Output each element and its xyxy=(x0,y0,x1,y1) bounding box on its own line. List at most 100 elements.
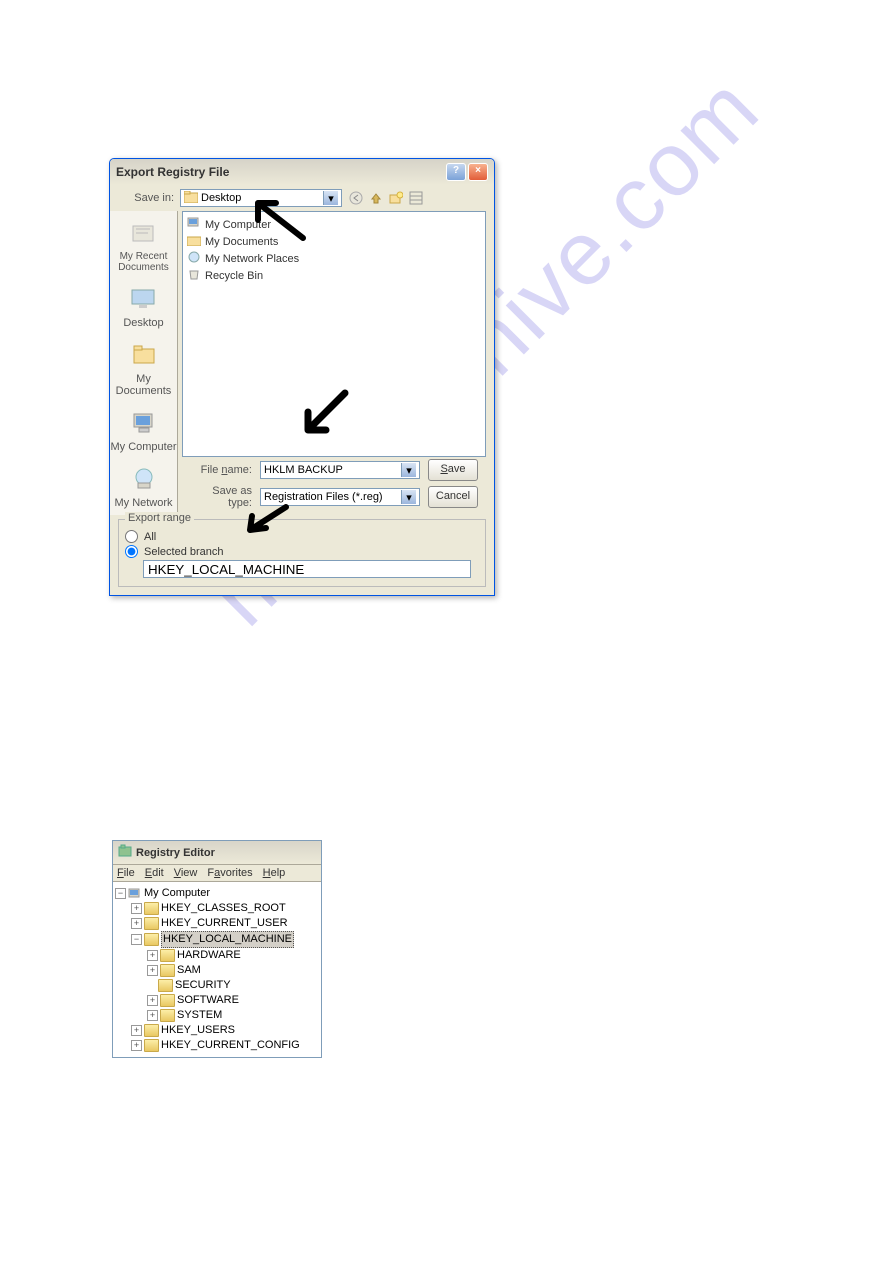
main-area: My Recent Documents Desktop My Documents… xyxy=(110,211,494,515)
chevron-down-icon: ▾ xyxy=(401,490,416,504)
sidebar-item-network[interactable]: My Network xyxy=(114,463,172,509)
expand-icon[interactable]: + xyxy=(147,965,158,976)
tree-label: HKEY_CURRENT_CONFIG xyxy=(161,1038,300,1053)
folder-icon xyxy=(160,1009,175,1022)
saveas-value: Registration Files (*.reg) xyxy=(264,491,383,503)
radio-selected-input[interactable] xyxy=(125,545,138,558)
tree-label: My Computer xyxy=(144,886,210,901)
tree-label: SAM xyxy=(177,963,201,978)
expand-icon[interactable]: + xyxy=(131,918,142,929)
folder-icon xyxy=(160,994,175,1007)
tree-item-system[interactable]: + SYSTEM xyxy=(115,1008,319,1023)
expand-icon[interactable]: + xyxy=(131,1025,142,1036)
tree-item-hkcu[interactable]: + HKEY_CURRENT_USER xyxy=(115,916,319,931)
branch-input[interactable] xyxy=(143,560,471,578)
sidebar-label: My Recent Documents xyxy=(110,251,177,273)
filename-input[interactable]: HKLM BACKUP ▾ xyxy=(260,461,420,479)
savein-label: Save in: xyxy=(118,192,174,204)
tree-view[interactable]: − My Computer + HKEY_CLASSES_ROOT + HKEY… xyxy=(113,882,321,1057)
tree-label: HARDWARE xyxy=(177,948,241,963)
list-item[interactable]: My Network Places xyxy=(187,250,481,267)
close-button[interactable]: × xyxy=(468,163,488,181)
expand-icon[interactable]: + xyxy=(131,1040,142,1051)
tree-label: SYSTEM xyxy=(177,1008,222,1023)
radio-all-label: All xyxy=(144,531,156,543)
sidebar-label: My Network xyxy=(114,497,172,509)
help-button[interactable]: ? xyxy=(446,163,466,181)
files-list[interactable]: My Computer My Documents My Network Plac… xyxy=(182,211,486,457)
collapse-icon[interactable]: − xyxy=(131,934,142,945)
save-button[interactable]: Save xyxy=(428,459,478,481)
saveas-label: Save as type: xyxy=(190,485,252,509)
menu-view[interactable]: View xyxy=(174,867,198,879)
list-item[interactable]: My Documents xyxy=(187,233,481,250)
back-icon[interactable] xyxy=(348,190,364,206)
radio-all-input[interactable] xyxy=(125,530,138,543)
folder-icon xyxy=(158,979,173,992)
views-icon[interactable] xyxy=(408,190,424,206)
list-item[interactable]: Recycle Bin xyxy=(187,267,481,284)
menu-help[interactable]: Help xyxy=(263,867,286,879)
regedit-icon xyxy=(118,844,132,861)
radio-selected[interactable]: Selected branch xyxy=(125,545,479,558)
sidebar-label: My Documents xyxy=(110,373,177,397)
export-range-title: Export range xyxy=(125,512,194,524)
chevron-down-icon: ▾ xyxy=(323,191,338,205)
saveas-row: Save as type: Registration Files (*.reg)… xyxy=(182,483,486,515)
list-item-label: My Documents xyxy=(205,236,278,248)
expand-icon[interactable]: + xyxy=(131,903,142,914)
folder-icon xyxy=(160,949,175,962)
tree-item-software[interactable]: + SOFTWARE xyxy=(115,993,319,1008)
menu-file[interactable]: File xyxy=(117,867,135,879)
list-item-label: My Network Places xyxy=(205,253,299,265)
list-item[interactable]: My Computer xyxy=(187,216,481,233)
documents-icon xyxy=(128,339,160,371)
collapse-icon[interactable]: − xyxy=(115,888,126,899)
list-item-label: My Computer xyxy=(205,219,271,231)
tree-item-sam[interactable]: + SAM xyxy=(115,963,319,978)
regedit-titlebar: Registry Editor xyxy=(113,841,321,865)
up-icon[interactable] xyxy=(368,190,384,206)
filename-label: File name: xyxy=(190,464,252,476)
radio-all[interactable]: All xyxy=(125,530,479,543)
tree-item-hku[interactable]: + HKEY_USERS xyxy=(115,1023,319,1038)
sidebar-item-computer[interactable]: My Computer xyxy=(110,407,176,453)
tree-label: SOFTWARE xyxy=(177,993,239,1008)
cancel-button[interactable]: Cancel xyxy=(428,486,478,508)
chevron-down-icon: ▾ xyxy=(401,463,416,477)
sidebar-item-documents[interactable]: My Documents xyxy=(110,339,177,397)
tree-label-selected: HKEY_LOCAL_MACHINE xyxy=(161,931,294,948)
expand-icon[interactable]: + xyxy=(147,1010,158,1021)
recycle-icon xyxy=(187,268,201,283)
tree-item-security[interactable]: SECURITY xyxy=(115,978,319,993)
computer-icon xyxy=(128,888,142,900)
tree-root[interactable]: − My Computer xyxy=(115,886,319,901)
sidebar-item-recent[interactable]: My Recent Documents xyxy=(110,217,177,273)
expand-icon[interactable]: + xyxy=(147,995,158,1006)
list-item-label: Recycle Bin xyxy=(205,270,263,282)
newfolder-icon[interactable] xyxy=(388,190,404,206)
filename-row: File name: HKLM BACKUP ▾ Save xyxy=(182,457,486,483)
menu-edit[interactable]: Edit xyxy=(145,867,164,879)
places-bar: My Recent Documents Desktop My Documents… xyxy=(110,211,178,515)
expand-icon[interactable]: + xyxy=(147,950,158,961)
menu-favorites[interactable]: Favorites xyxy=(207,867,252,879)
tree-item-hardware[interactable]: + HARDWARE xyxy=(115,948,319,963)
tree-item-hkcc[interactable]: + HKEY_CURRENT_CONFIG xyxy=(115,1038,319,1053)
folder-icon xyxy=(184,191,198,206)
folder-icon xyxy=(144,902,159,915)
tree-item-hklm[interactable]: − HKEY_LOCAL_MACHINE xyxy=(115,931,319,948)
radio-selected-label: Selected branch xyxy=(144,546,224,558)
filename-value: HKLM BACKUP xyxy=(264,464,343,476)
export-dialog: Export Registry File ? × Save in: Deskto… xyxy=(109,158,495,596)
tree-item-hkcr[interactable]: + HKEY_CLASSES_ROOT xyxy=(115,901,319,916)
export-range-group: Export range All Selected branch xyxy=(118,519,486,587)
sidebar-item-desktop[interactable]: Desktop xyxy=(123,283,163,329)
blank-icon xyxy=(147,981,156,990)
tree-label: HKEY_CURRENT_USER xyxy=(161,916,288,931)
folder-icon xyxy=(160,964,175,977)
computer-icon xyxy=(187,217,201,232)
savein-combo[interactable]: Desktop ▾ xyxy=(180,189,342,207)
saveas-combo[interactable]: Registration Files (*.reg) ▾ xyxy=(260,488,420,506)
tree-label: HKEY_USERS xyxy=(161,1023,235,1038)
